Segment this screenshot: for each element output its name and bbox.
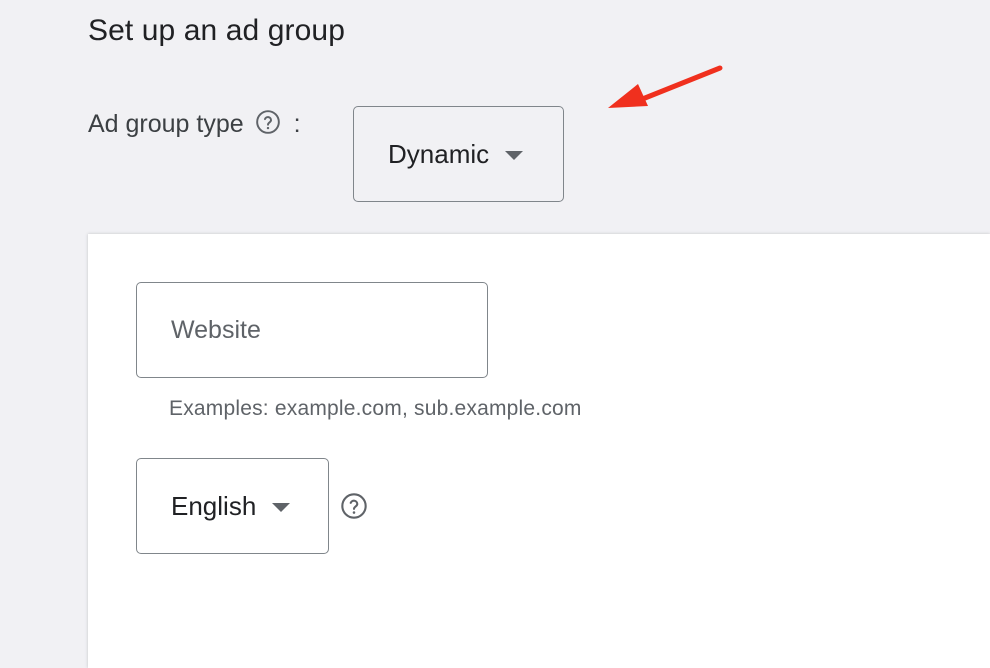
- help-circle-icon[interactable]: [254, 108, 282, 136]
- chevron-down-icon: [505, 150, 524, 160]
- ad-group-type-label: Ad group type: [88, 110, 244, 138]
- chevron-down-icon: [272, 502, 291, 512]
- ad-group-type-row: Ad group type :: [88, 108, 301, 139]
- language-select[interactable]: English: [136, 458, 329, 554]
- page-title: Set up an ad group: [88, 14, 346, 47]
- ad-group-type-selected: Dynamic: [388, 138, 490, 169]
- website-input[interactable]: [136, 282, 488, 378]
- red-arrow-icon: [600, 60, 730, 125]
- language-selected: English: [171, 490, 257, 521]
- help-circle-icon[interactable]: [340, 492, 368, 520]
- ad-group-type-separator: :: [293, 110, 301, 138]
- website-hint: Examples: example.com, sub.example.com: [169, 397, 582, 420]
- ad-group-type-select[interactable]: Dynamic: [353, 106, 564, 202]
